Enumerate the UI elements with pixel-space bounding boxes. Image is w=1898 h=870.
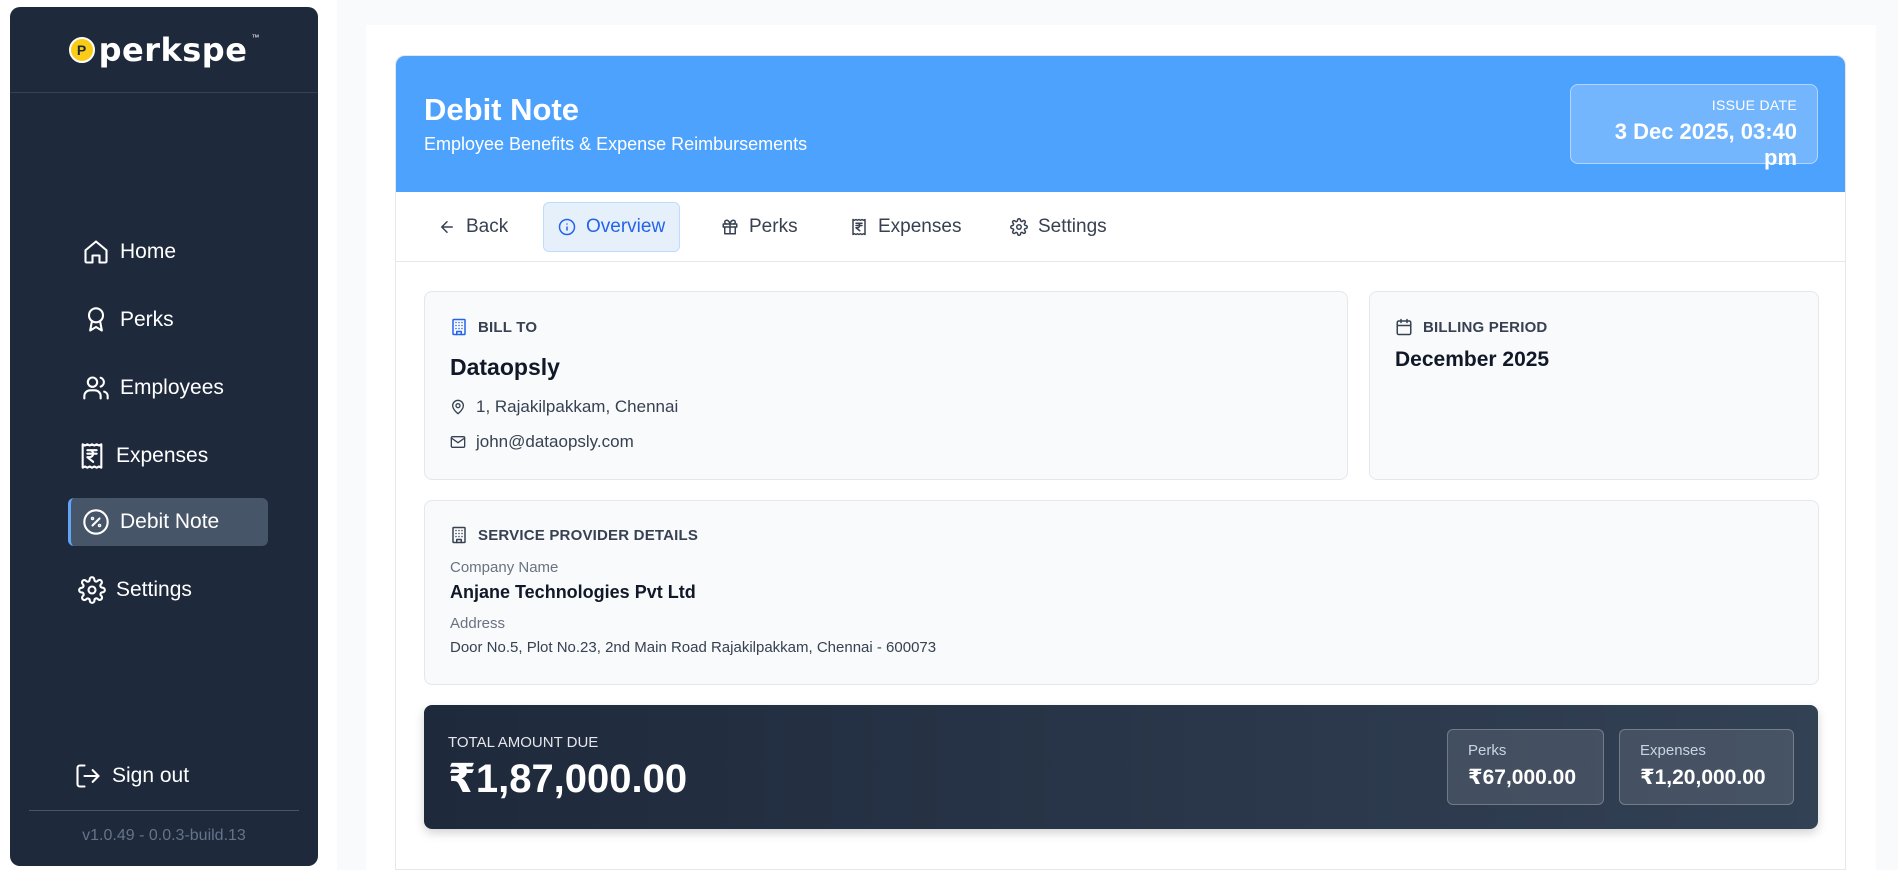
tab-expenses[interactable]: Expenses <box>836 202 975 252</box>
issue-date-label: ISSUE DATE <box>1711 97 1797 113</box>
sidebar-item-label: Employees <box>120 376 224 399</box>
sidebar-item-home[interactable]: Home <box>68 228 268 276</box>
gear-icon <box>1010 218 1028 236</box>
logo-badge-icon: P <box>68 36 95 63</box>
billing-period-heading: BILLING PERIOD <box>1395 318 1547 336</box>
service-provider-panel: SERVICE PROVIDER DETAILS Company Name An… <box>424 500 1819 685</box>
sidebar-item-label: Home <box>120 240 177 263</box>
address-value: Door No.5, Plot No.23, 2nd Main Road Raj… <box>450 639 937 656</box>
debit-note-card: Debit Note Employee Benefits & Expense R… <box>395 55 1846 870</box>
bill-to-panel: BILL TO Dataopsly 1, Rajakilpakkam, Chen… <box>424 291 1348 480</box>
version-text: v1.0.49 - 0.0.3-build.13 <box>82 827 246 844</box>
tab-label: Back <box>466 216 509 237</box>
total-amount-value: ₹1,87,000.00 <box>448 757 688 801</box>
gear-icon <box>78 576 106 604</box>
expenses-summary-chip: Expenses ₹1,20,000.00 <box>1619 729 1794 805</box>
logo-text: perkspe <box>98 30 248 69</box>
arrow-left-icon <box>441 221 453 233</box>
perks-summary-chip: Perks ₹67,000.00 <box>1447 729 1604 805</box>
service-provider-heading-text: SERVICE PROVIDER DETAILS <box>478 526 699 544</box>
tab-label: Overview <box>586 216 666 237</box>
tab-settings[interactable]: Settings <box>996 202 1121 252</box>
sidebar-item-label: Settings <box>116 578 192 601</box>
bill-to-name: Dataopsly <box>450 354 560 380</box>
expenses-summary-value: ₹1,20,000.00 <box>1640 766 1766 789</box>
tab-label: Settings <box>1038 216 1107 237</box>
building-icon <box>452 318 466 336</box>
company-name-label: Company Name <box>450 559 559 576</box>
building-icon <box>452 526 466 544</box>
sidebar-divider <box>29 810 299 811</box>
service-provider-heading: SERVICE PROVIDER DETAILS <box>450 526 698 544</box>
gift-icon <box>722 219 738 235</box>
total-amount-label: TOTAL AMOUNT DUE <box>448 734 599 751</box>
mail-icon <box>450 436 466 448</box>
sidebar-item-debit-note[interactable]: Debit Note <box>68 498 268 546</box>
total-amount-banner: TOTAL AMOUNT DUE ₹1,87,000.00 Perks ₹67,… <box>424 705 1818 829</box>
page-title: Debit Note <box>424 92 579 127</box>
tab-bar: Back Overview Perks Expenses Settings <box>396 192 1845 262</box>
sign-out-label: Sign out <box>112 764 190 787</box>
sidebar-item-label: Perks <box>120 308 174 331</box>
sidebar-item-settings[interactable]: Settings <box>64 566 264 614</box>
bill-to-email-text: john@dataopsly.com <box>476 432 634 451</box>
users-icon <box>83 376 109 400</box>
home-icon <box>84 240 108 264</box>
billing-period-panel: BILLING PERIOD December 2025 <box>1369 291 1819 480</box>
sign-out-icon <box>76 764 100 788</box>
debit-note-header: Debit Note Employee Benefits & Expense R… <box>396 56 1845 192</box>
badge-percent-icon <box>83 509 109 535</box>
issue-date-box: ISSUE DATE 3 Dec 2025, 03:40 pm <box>1570 84 1818 170</box>
brand-logo[interactable]: P perkspe ™ <box>10 7 318 93</box>
page-subtitle: Employee Benefits & Expense Reimbursemen… <box>424 134 808 154</box>
sidebar-item-perks[interactable]: Perks <box>68 296 268 344</box>
perks-summary-label: Perks <box>1468 742 1507 759</box>
bill-to-address-text: 1, Rajakilpakkam, Chennai <box>476 397 679 416</box>
calendar-icon <box>1396 318 1412 336</box>
sidebar-item-label: Expenses <box>116 444 209 467</box>
sign-out-button[interactable]: Sign out <box>74 762 189 790</box>
sidebar: P perkspe ™ Home Perks Employees Expense… <box>10 7 318 866</box>
perks-summary-value: ₹67,000.00 <box>1468 766 1577 789</box>
sidebar-item-employees[interactable]: Employees <box>68 364 268 412</box>
receipt-rupee-icon <box>852 218 866 236</box>
info-icon <box>558 218 576 236</box>
receipt-rupee-icon <box>81 443 103 469</box>
company-name-value: Anjane Technologies Pvt Ltd <box>450 582 696 602</box>
sidebar-item-label: Debit Note <box>120 510 220 533</box>
bill-to-heading: BILL TO <box>450 318 537 336</box>
tab-label: Expenses <box>878 216 962 237</box>
expenses-summary-label: Expenses <box>1640 742 1706 759</box>
logo-trademark: ™ <box>251 33 260 42</box>
tab-overview[interactable]: Overview <box>543 202 681 252</box>
address-label: Address <box>450 615 506 632</box>
bill-to-heading-text: BILL TO <box>478 318 538 336</box>
map-pin-icon <box>452 399 464 415</box>
bill-to-address: 1, Rajakilpakkam, Chennai <box>450 397 678 417</box>
tab-perks[interactable]: Perks <box>707 202 812 252</box>
bill-to-email: john@dataopsly.com <box>450 432 634 452</box>
tab-label: Perks <box>749 216 798 237</box>
back-button[interactable]: Back <box>424 202 522 252</box>
sidebar-item-expenses[interactable]: Expenses <box>64 432 264 480</box>
billing-period-heading-text: BILLING PERIOD <box>1423 318 1548 336</box>
billing-period-value: December 2025 <box>1395 348 1550 371</box>
issue-date-value: 3 Dec 2025, 03:40 pm <box>1614 119 1797 170</box>
award-icon <box>87 307 105 332</box>
